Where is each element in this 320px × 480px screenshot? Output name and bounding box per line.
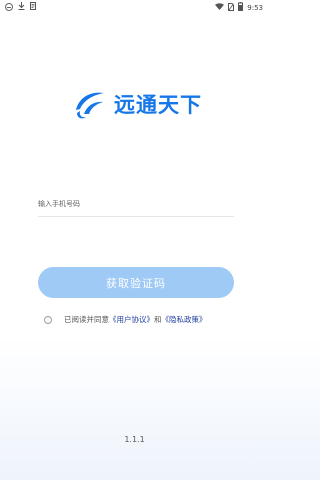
status-right-icons: 9:53	[215, 2, 263, 13]
agreement-row: 已阅读并同意 《用户协议》 和 《隐私政策》	[44, 314, 207, 325]
brand-swoosh-logo-icon	[76, 92, 104, 119]
brand-name: 远通天下	[114, 93, 202, 117]
status-bar: 9:53	[0, 0, 269, 14]
agreement-prefix: 已阅读并同意	[64, 315, 109, 324]
wifi-icon	[215, 3, 225, 12]
brand-logo: 远通天下	[72, 86, 202, 122]
dnd-icon	[5, 3, 13, 11]
get-verification-code-button[interactable]: 获取验证码	[38, 267, 234, 298]
get-code-label: 获取验证码	[106, 276, 166, 290]
user-agreement-link[interactable]: 《用户协议》	[109, 314, 154, 325]
agreement-conjunction: 和	[154, 315, 162, 324]
status-time: 9:53	[247, 3, 263, 12]
sim-icon	[228, 2, 235, 13]
status-left-icons	[5, 2, 36, 12]
privacy-policy-link[interactable]: 《隐私政策》	[162, 314, 207, 325]
battery-icon	[238, 2, 244, 13]
app-version: 1.1.1	[124, 435, 145, 444]
download-icon	[18, 2, 25, 12]
agreement-checkbox[interactable]	[44, 315, 52, 324]
notification-icon	[30, 2, 36, 12]
phone-number-input[interactable]	[38, 192, 234, 217]
